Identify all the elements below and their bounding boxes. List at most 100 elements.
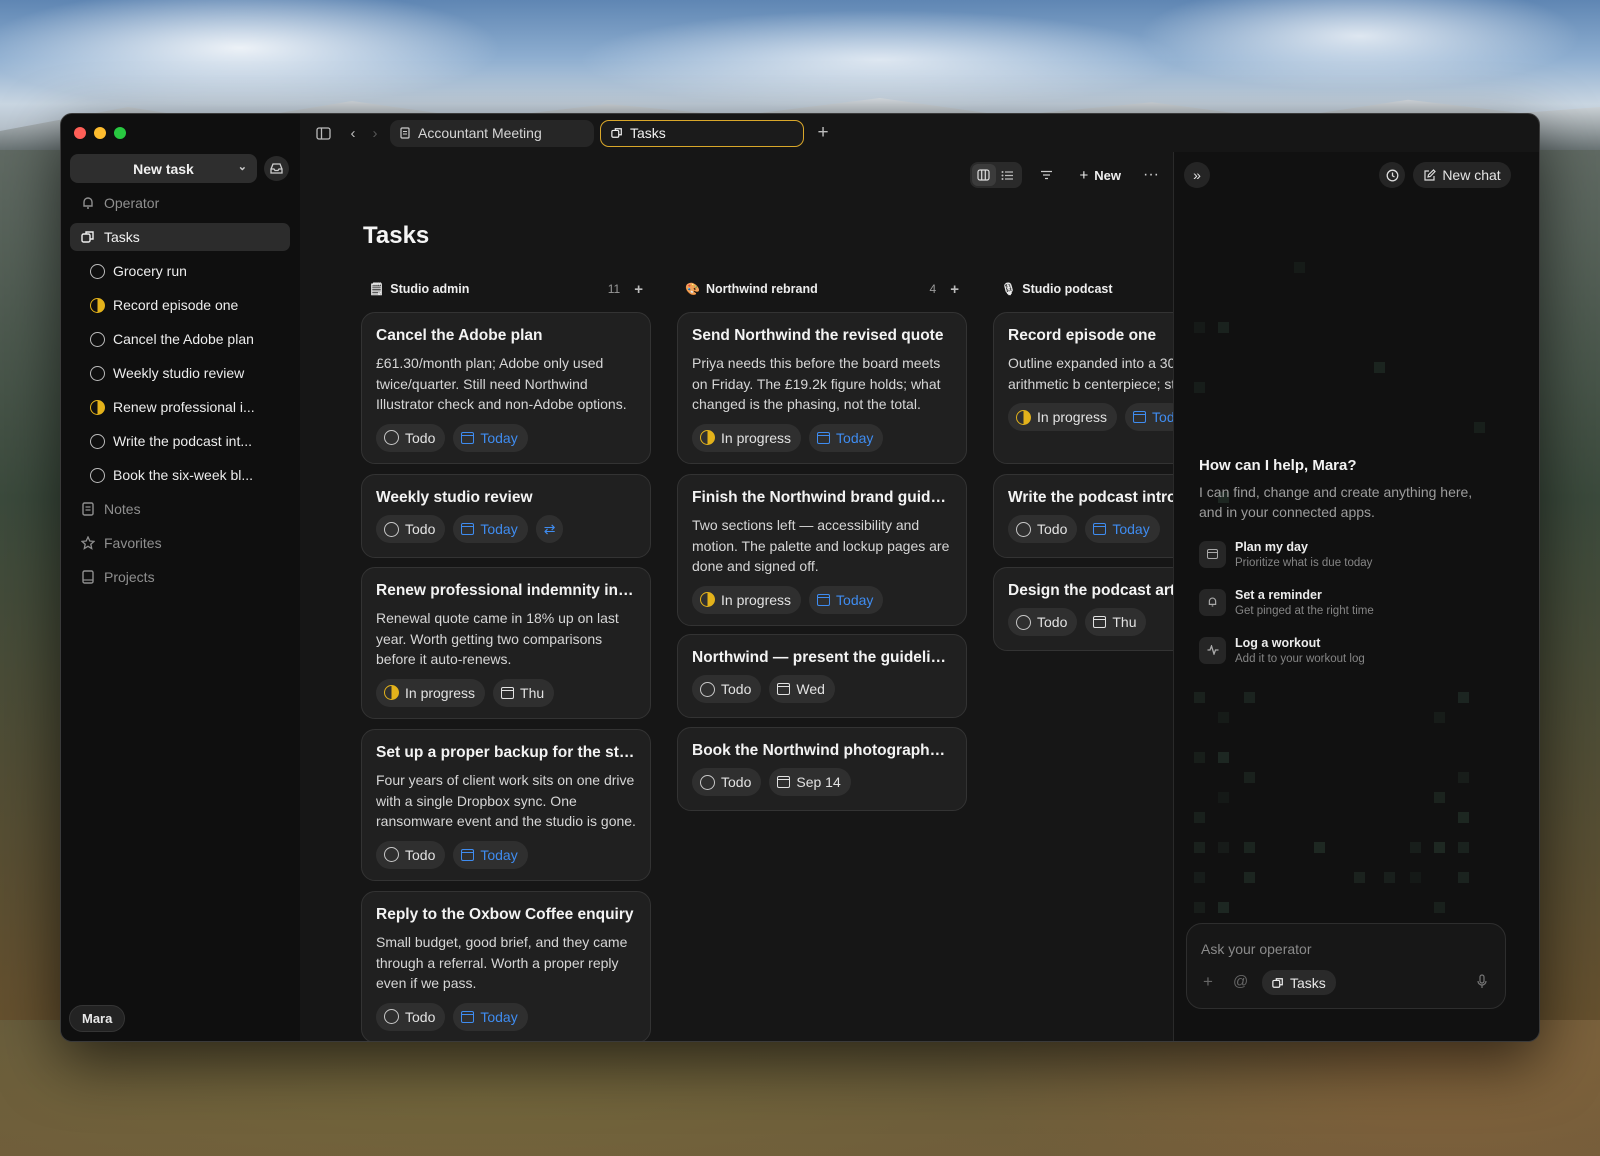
todo-status-icon[interactable]: [90, 433, 105, 449]
sidebar-task-item[interactable]: Record episode one: [90, 291, 290, 319]
sidebar-task-item[interactable]: Write the podcast int...: [90, 427, 290, 455]
pixel-block: [1194, 752, 1205, 763]
due-date-chip[interactable]: Today: [809, 423, 884, 452]
sidebar-task-item[interactable]: Book the six-week bl...: [90, 461, 290, 489]
inbox-button[interactable]: [264, 156, 289, 181]
new-item-button[interactable]: + New: [1072, 167, 1130, 184]
status-chip[interactable]: Todo: [376, 840, 446, 869]
pixel-block: [1218, 792, 1229, 803]
task-card[interactable]: Weekly studio review Todo Today ⇄: [361, 474, 651, 558]
nav-notes[interactable]: Notes: [70, 495, 290, 523]
collapse-panel-icon[interactable]: »: [1184, 162, 1210, 188]
status-chip[interactable]: Todo: [376, 423, 446, 452]
task-card[interactable]: Write the podcast intro Todo Today: [993, 474, 1173, 558]
zoom-window-button[interactable]: [114, 127, 126, 139]
attach-plus-icon[interactable]: +: [1203, 972, 1213, 992]
minimize-window-button[interactable]: [94, 127, 106, 139]
sidebar-toggle-icon[interactable]: [312, 122, 334, 144]
due-date-chip[interactable]: Today: [1085, 515, 1160, 543]
status-chip[interactable]: In progress: [376, 678, 486, 707]
nav-favorites[interactable]: Favorites: [70, 529, 290, 557]
suggestion-set-reminder[interactable]: Set a reminder Get pinged at the right ti…: [1199, 582, 1374, 622]
status-chip[interactable]: Todo: [376, 1002, 446, 1031]
status-chip[interactable]: Todo: [692, 768, 762, 796]
nav-operator[interactable]: Operator: [70, 189, 290, 217]
user-profile-button[interactable]: Mara: [69, 1005, 126, 1032]
task-card[interactable]: Design the podcast artw Todo Thu: [993, 567, 1173, 651]
suggestion-log-workout[interactable]: Log a workout Add it to your workout log: [1199, 630, 1365, 670]
due-date-chip[interactable]: Today: [453, 840, 528, 869]
due-date-chip[interactable]: Thu: [493, 678, 555, 707]
board-view-icon[interactable]: [971, 164, 996, 186]
due-date-chip[interactable]: Wed: [769, 675, 835, 703]
task-card[interactable]: Send Northwind the revised quote Priya n…: [677, 312, 967, 464]
due-date-label: Today: [836, 429, 874, 446]
chevron-down-icon[interactable]: ⌄: [238, 160, 247, 173]
todo-status-icon[interactable]: [90, 365, 105, 381]
microphone-icon[interactable]: [1477, 974, 1487, 994]
todo-status-icon[interactable]: [90, 331, 105, 347]
status-chip[interactable]: Todo: [1008, 515, 1078, 543]
in-progress-status-icon[interactable]: [90, 297, 105, 313]
status-chip[interactable]: In progress: [692, 585, 802, 614]
chat-input-box[interactable]: Ask your operator + @ Tasks: [1186, 923, 1506, 1009]
add-card-icon[interactable]: +: [950, 281, 959, 298]
chat-input-placeholder[interactable]: Ask your operator: [1201, 941, 1312, 957]
due-date-chip[interactable]: Today: [453, 515, 528, 543]
due-date-chip[interactable]: Today: [453, 1002, 528, 1031]
bell-icon: [80, 195, 96, 211]
task-card[interactable]: Record episode one Outline expanded into…: [993, 312, 1173, 464]
task-card[interactable]: Book the Northwind photography ... Todo S…: [677, 727, 967, 811]
suggestion-description: Prioritize what is due today: [1235, 556, 1373, 569]
nav-tasks[interactable]: Tasks: [70, 223, 290, 251]
task-label: Cancel the Adobe plan: [113, 331, 254, 347]
tab-accountant-meeting[interactable]: Accountant Meeting: [390, 119, 594, 147]
due-date-chip[interactable]: Today: [809, 585, 884, 614]
new-chat-button[interactable]: New chat: [1413, 162, 1511, 188]
sidebar-task-item[interactable]: Cancel the Adobe plan: [90, 325, 290, 353]
due-date-chip[interactable]: Today: [453, 423, 528, 452]
status-chip[interactable]: In progress: [692, 423, 802, 452]
card-description: Renewal quote came in 18% up on last yea…: [376, 610, 619, 667]
pixel-block: [1474, 422, 1485, 433]
task-card[interactable]: Cancel the Adobe plan £61.30/month plan;…: [361, 312, 651, 464]
task-card[interactable]: Set up a proper backup for the stu... Fo…: [361, 729, 651, 881]
in-progress-status-icon[interactable]: [90, 399, 105, 415]
due-date-chip[interactable]: Tod: [1125, 403, 1173, 431]
task-card[interactable]: Reply to the Oxbow Coffee enquiry Small …: [361, 891, 651, 1041]
status-chip[interactable]: In progress: [1008, 403, 1118, 431]
sidebar-task-item[interactable]: Renew professional i...: [90, 393, 290, 421]
sidebar-task-item[interactable]: Grocery run: [90, 257, 290, 285]
due-date-chip[interactable]: Sep 14: [769, 768, 851, 796]
task-card[interactable]: Renew professional indemnity insu... Ren…: [361, 567, 651, 719]
task-card[interactable]: Northwind — present the guideline... Tod…: [677, 634, 967, 718]
forward-icon[interactable]: ›: [364, 122, 386, 144]
new-tab-icon[interactable]: +: [812, 122, 834, 144]
todo-status-icon[interactable]: [90, 263, 105, 279]
task-card[interactable]: Finish the Northwind brand guideli... Tw…: [677, 474, 967, 626]
context-chip[interactable]: Tasks: [1262, 970, 1336, 995]
repeat-chip[interactable]: ⇄: [535, 515, 564, 543]
sidebar-task-item[interactable]: Weekly studio review: [90, 359, 290, 387]
more-options-icon[interactable]: ···: [1139, 166, 1163, 184]
tab-tasks[interactable]: Tasks: [600, 119, 804, 147]
in-progress-status-icon: [700, 430, 715, 445]
pixel-block: [1244, 872, 1255, 883]
status-chip[interactable]: Todo: [1008, 608, 1078, 636]
list-view-icon[interactable]: [996, 164, 1020, 186]
history-icon[interactable]: [1379, 162, 1405, 188]
suggestion-plan-my-day[interactable]: Plan my day Prioritize what is due today: [1199, 534, 1372, 574]
back-icon[interactable]: ‹: [342, 122, 364, 144]
new-task-button[interactable]: New task ⌄: [70, 154, 257, 183]
status-chip[interactable]: Todo: [376, 515, 446, 543]
todo-status-icon[interactable]: [90, 467, 105, 483]
pixel-block: [1218, 322, 1229, 333]
mention-icon[interactable]: @: [1233, 973, 1248, 990]
close-window-button[interactable]: [74, 127, 86, 139]
filter-icon[interactable]: [1032, 170, 1062, 180]
status-chip[interactable]: Todo: [692, 675, 762, 703]
add-card-icon[interactable]: +: [634, 281, 643, 298]
due-date-chip[interactable]: Thu: [1085, 608, 1147, 636]
nav-projects[interactable]: Projects: [70, 563, 290, 591]
due-date-label: Tod: [1152, 409, 1173, 425]
